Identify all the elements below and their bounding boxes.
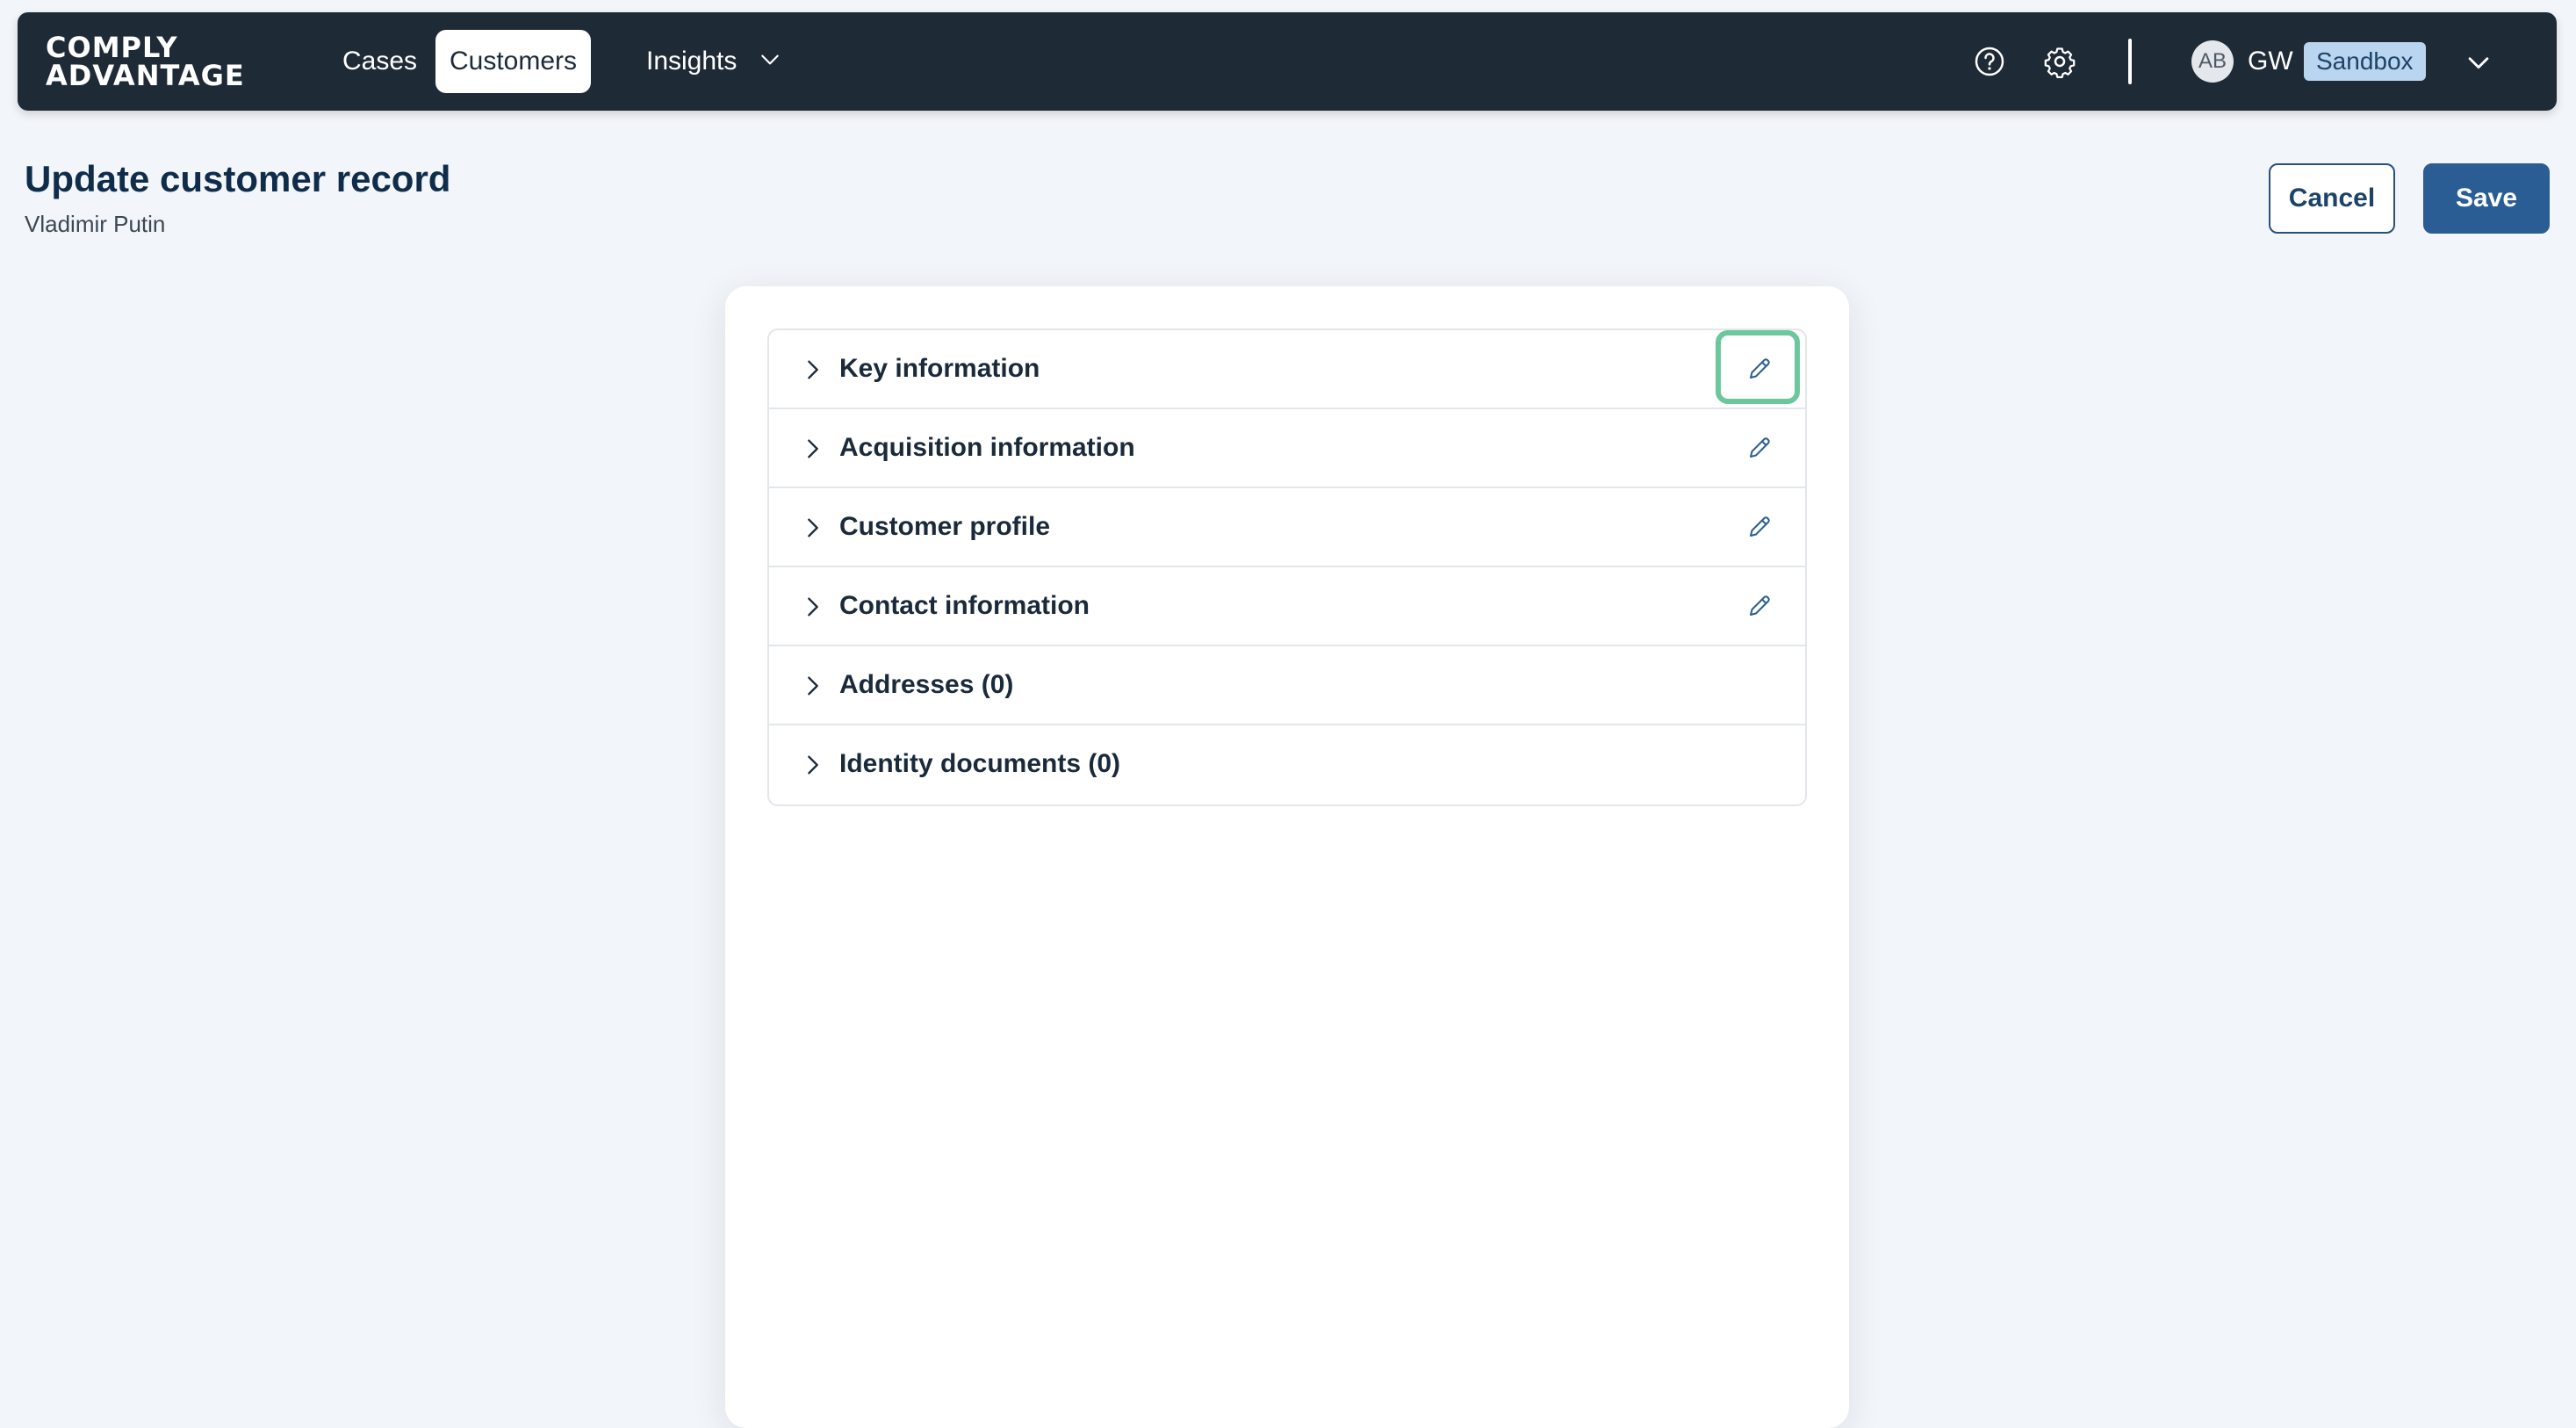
page-title: Update customer record [25, 158, 451, 199]
customer-record-card: Key information Acquisition information [725, 286, 1849, 1428]
user-menu-chevron-down-icon[interactable] [2464, 47, 2493, 77]
sections-accordion: Key information Acquisition information [767, 328, 1807, 806]
section-label: Acquisition information [839, 433, 1135, 462]
logo[interactable]: COMPLY ADVANTAGE [46, 33, 245, 90]
save-button[interactable]: Save [2423, 163, 2550, 234]
chevron-right-icon [808, 360, 818, 379]
section-label: Identity documents (0) [839, 749, 1121, 778]
section-label: Contact information [839, 591, 1090, 620]
chevron-right-icon [808, 676, 818, 696]
section-label: Addresses (0) [839, 670, 1014, 699]
nav-insights[interactable]: Insights [632, 30, 795, 93]
section-addresses[interactable]: Addresses (0) [769, 646, 1805, 725]
top-navigation: COMPLY ADVANTAGE Cases Customers Insight… [18, 12, 2557, 111]
user-initials[interactable]: GW [2248, 40, 2293, 83]
nav-insights-label: Insights [646, 47, 738, 76]
chevron-right-icon [808, 597, 818, 617]
edit-key-information-button[interactable] [1714, 330, 1805, 407]
nav-divider [2128, 39, 2132, 84]
pencil-icon [1750, 437, 1770, 458]
section-key-information[interactable]: Key information [769, 330, 1805, 409]
pencil-icon [1750, 516, 1770, 537]
chevron-right-icon [808, 755, 818, 775]
section-identity-documents[interactable]: Identity documents (0) [769, 725, 1805, 804]
logo-line-1: COMPLY [46, 31, 178, 64]
cancel-button[interactable]: Cancel [2269, 163, 2395, 234]
section-acquisition-information[interactable]: Acquisition information [769, 409, 1805, 488]
chevron-down-icon [760, 54, 779, 65]
environment-badge: Sandbox [2304, 42, 2426, 81]
chevron-right-icon [808, 439, 818, 458]
nav-cases[interactable]: Cases [328, 30, 431, 93]
chevron-right-icon [808, 518, 818, 537]
section-customer-profile[interactable]: Customer profile [769, 488, 1805, 567]
section-contact-information[interactable]: Contact information [769, 567, 1805, 646]
pencil-icon [1750, 595, 1770, 616]
edit-contact-information-button[interactable] [1714, 567, 1805, 645]
avatar[interactable]: AB [2191, 40, 2234, 83]
page-subtitle: Vladimir Putin [25, 211, 166, 237]
nav-customers[interactable]: Customers [435, 30, 592, 93]
section-label: Key information [839, 354, 1040, 383]
edit-customer-profile-button[interactable] [1714, 488, 1805, 566]
edit-acquisition-information-button[interactable] [1714, 409, 1805, 487]
section-label: Customer profile [839, 512, 1051, 541]
pencil-icon [1750, 358, 1770, 379]
help-icon[interactable] [1972, 44, 2007, 79]
gear-icon[interactable] [2042, 44, 2077, 79]
logo-line-2: ADVANTAGE [46, 59, 245, 92]
